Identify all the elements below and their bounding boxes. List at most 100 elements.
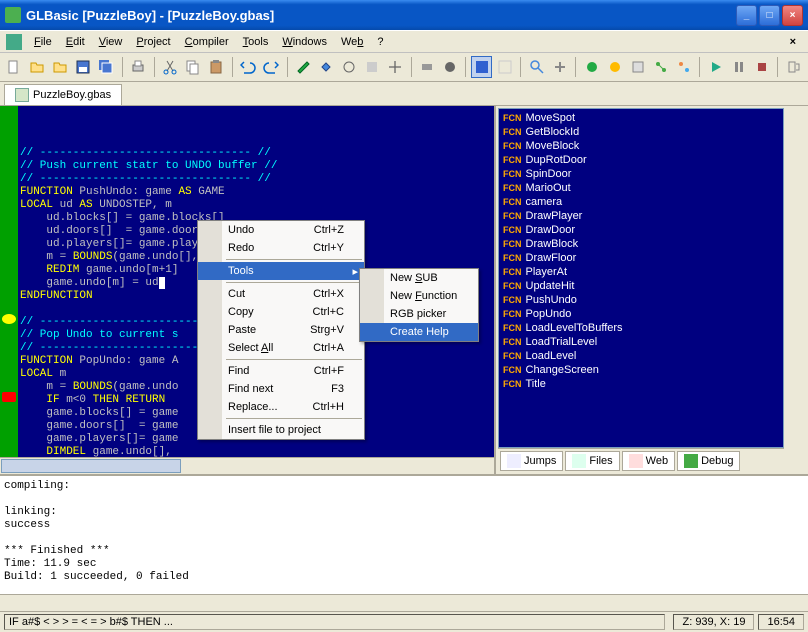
- tool4-icon[interactable]: [362, 56, 383, 78]
- save-icon[interactable]: [73, 56, 94, 78]
- ctx-cut[interactable]: CutCtrl+X: [198, 285, 364, 303]
- function-item[interactable]: FCNSpinDoor: [501, 167, 781, 181]
- menu-tools[interactable]: Tools: [237, 34, 275, 50]
- run-icon[interactable]: [705, 56, 726, 78]
- tool7-icon[interactable]: [440, 56, 461, 78]
- zoom-icon[interactable]: [526, 56, 547, 78]
- function-item[interactable]: FCNLoadTrialLevel: [501, 335, 781, 349]
- minimize-button[interactable]: _: [736, 5, 757, 26]
- paste-icon[interactable]: [206, 56, 227, 78]
- ctx-redo[interactable]: RedoCtrl+Y: [198, 239, 364, 257]
- color2-icon[interactable]: [604, 56, 625, 78]
- function-item[interactable]: FCNMoveSpot: [501, 111, 781, 125]
- breakpoint-icon[interactable]: [2, 392, 16, 402]
- horizontal-scrollbar[interactable]: [0, 457, 494, 474]
- statusbar: IF a#$ < > > = < = > b#$ THEN ... Z: 939…: [0, 611, 808, 632]
- output-panel[interactable]: compiling: linking: success *** Finished…: [0, 474, 808, 594]
- link-icon[interactable]: [650, 56, 671, 78]
- mdi-close-button[interactable]: ×: [784, 34, 802, 50]
- color1-icon[interactable]: [581, 56, 602, 78]
- function-item[interactable]: FCNLoadLevel: [501, 349, 781, 363]
- ctx-replace[interactable]: Replace...Ctrl+H: [198, 398, 364, 416]
- menu-windows[interactable]: Windows: [276, 34, 333, 50]
- ctx-find[interactable]: FindCtrl+F: [198, 362, 364, 380]
- menubar: File Edit View Project Compiler Tools Wi…: [0, 30, 808, 52]
- pause-icon[interactable]: [728, 56, 749, 78]
- tab-label: PuzzleBoy.gbas: [33, 89, 111, 101]
- menu-edit[interactable]: Edit: [60, 34, 91, 50]
- function-list[interactable]: FCNMoveSpotFCNGetBlockIdFCNMoveBlockFCND…: [498, 108, 784, 448]
- tab-web[interactable]: Web: [622, 451, 675, 471]
- cut-icon[interactable]: [160, 56, 181, 78]
- redo-icon[interactable]: [261, 56, 282, 78]
- file-tab[interactable]: PuzzleBoy.gbas: [4, 84, 122, 105]
- function-item[interactable]: FCNChangeScreen: [501, 363, 781, 377]
- ctx-insertfile[interactable]: Insert file to project: [198, 421, 364, 439]
- sub-createhelp[interactable]: Create Help: [360, 323, 478, 341]
- output-scrollbar[interactable]: [0, 594, 808, 611]
- tool2-icon[interactable]: [316, 56, 337, 78]
- function-item[interactable]: FCNDrawBlock: [501, 237, 781, 251]
- tool1-icon[interactable]: [293, 56, 314, 78]
- stop-icon[interactable]: [751, 56, 772, 78]
- step-icon[interactable]: [783, 56, 804, 78]
- function-item[interactable]: FCNGetBlockId: [501, 125, 781, 139]
- window-title: GLBasic [PuzzleBoy] - [PuzzleBoy.gbas]: [26, 8, 736, 23]
- function-item[interactable]: FCNTitle: [501, 377, 781, 391]
- menu-project[interactable]: Project: [130, 34, 176, 50]
- ctx-paste[interactable]: PasteStrg+V: [198, 321, 364, 339]
- copy-icon[interactable]: [183, 56, 204, 78]
- maximize-button[interactable]: □: [759, 5, 780, 26]
- sub-newsub[interactable]: New SUB: [360, 269, 478, 287]
- adv-icon[interactable]: [673, 56, 694, 78]
- print-icon[interactable]: [128, 56, 149, 78]
- function-item[interactable]: FCNPopUndo: [501, 307, 781, 321]
- function-item[interactable]: FCNDupRotDoor: [501, 153, 781, 167]
- ctx-selectall[interactable]: Select AllCtrl+A: [198, 339, 364, 357]
- menu-file[interactable]: File: [28, 34, 58, 50]
- open-icon[interactable]: [27, 56, 48, 78]
- function-item[interactable]: FCNDrawFloor: [501, 251, 781, 265]
- ctx-tools[interactable]: Tools▸: [198, 262, 364, 280]
- menu-view[interactable]: View: [93, 34, 129, 50]
- tab-debug[interactable]: Debug: [677, 451, 740, 471]
- side-panel: FCNMoveSpotFCNGetBlockIdFCNMoveBlockFCND…: [496, 106, 786, 474]
- status-position: Z: 939, X: 19: [673, 614, 754, 630]
- function-item[interactable]: FCNDrawDoor: [501, 223, 781, 237]
- function-item[interactable]: FCNUpdateHit: [501, 279, 781, 293]
- gutter[interactable]: [0, 106, 18, 457]
- pref-icon[interactable]: [627, 56, 648, 78]
- menu-help[interactable]: ?: [371, 34, 389, 50]
- function-item[interactable]: FCNcamera: [501, 195, 781, 209]
- menu-web[interactable]: Web: [335, 34, 369, 50]
- function-item[interactable]: FCNDrawPlayer: [501, 209, 781, 223]
- new-icon[interactable]: [4, 56, 25, 78]
- nav-icon[interactable]: [549, 56, 570, 78]
- ctx-copy[interactable]: CopyCtrl+C: [198, 303, 364, 321]
- tool5-icon[interactable]: [385, 56, 406, 78]
- toggle1-icon[interactable]: [471, 56, 492, 78]
- close-button[interactable]: ×: [782, 5, 803, 26]
- bookmark-icon[interactable]: [2, 314, 16, 324]
- tool6-icon[interactable]: [417, 56, 438, 78]
- menu-compiler[interactable]: Compiler: [179, 34, 235, 50]
- tab-jumps[interactable]: Jumps: [500, 451, 563, 471]
- sub-newfunction[interactable]: New Function: [360, 287, 478, 305]
- app-icon: [5, 7, 21, 23]
- panel-tabs: Jumps Files Web Debug: [498, 448, 784, 472]
- function-item[interactable]: FCNMoveBlock: [501, 139, 781, 153]
- function-item[interactable]: FCNPushUndo: [501, 293, 781, 307]
- ctx-undo[interactable]: UndoCtrl+Z: [198, 221, 364, 239]
- undo-icon[interactable]: [238, 56, 259, 78]
- open2-icon[interactable]: [50, 56, 71, 78]
- sub-rgbpicker[interactable]: RGB picker: [360, 305, 478, 323]
- function-item[interactable]: FCNPlayerAt: [501, 265, 781, 279]
- toggle2-icon[interactable]: [494, 56, 515, 78]
- tool3-icon[interactable]: [339, 56, 360, 78]
- ctx-findnext[interactable]: Find nextF3: [198, 380, 364, 398]
- saveall-icon[interactable]: [96, 56, 117, 78]
- function-item[interactable]: FCNLoadLevelToBuffers: [501, 321, 781, 335]
- tab-bar: PuzzleBoy.gbas: [0, 82, 808, 106]
- tab-files[interactable]: Files: [565, 451, 619, 471]
- function-item[interactable]: FCNMarioOut: [501, 181, 781, 195]
